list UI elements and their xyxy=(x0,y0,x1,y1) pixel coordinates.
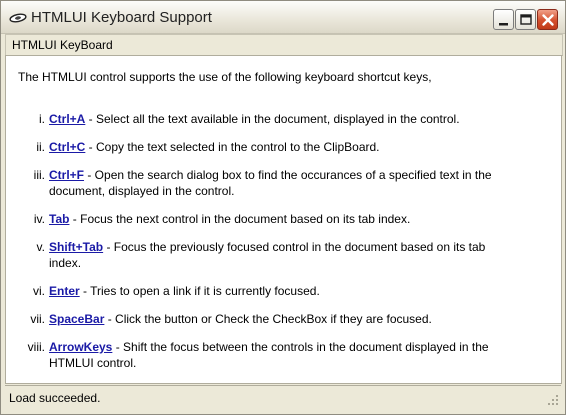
shortcut-link-enter[interactable]: Enter xyxy=(49,284,80,298)
item-number: i. xyxy=(39,112,45,126)
list-item: vi. Enter - Tries to open a link if it i… xyxy=(6,283,561,299)
close-icon xyxy=(542,14,554,26)
item-number: vii. xyxy=(30,312,45,326)
list-item: viii. ArrowKeys - Shift the focus betwee… xyxy=(6,339,561,371)
item-number: viii. xyxy=(27,340,45,354)
title-bar[interactable]: HTMLUI Keyboard Support xyxy=(1,1,565,34)
content-panel: The HTMLUI control supports the use of t… xyxy=(5,55,562,384)
maximize-button[interactable] xyxy=(515,9,536,30)
item-number: iii. xyxy=(33,168,45,182)
shortcut-list: i. Ctrl+A - Select all the text availabl… xyxy=(6,111,561,383)
shortcut-link-arrowkeys[interactable]: ArrowKeys xyxy=(49,340,112,354)
list-item: vii. SpaceBar - Click the button or Chec… xyxy=(6,311,561,327)
item-number: ii. xyxy=(36,140,45,154)
shortcut-link-ctrl-c[interactable]: Ctrl+C xyxy=(49,140,85,154)
list-item: ii. Ctrl+C - Copy the text selected in t… xyxy=(6,139,561,155)
item-description: - Focus the next control in the document… xyxy=(69,212,411,226)
resize-grip-icon[interactable] xyxy=(547,394,559,406)
shortcut-link-tab[interactable]: Tab xyxy=(49,212,69,226)
shortcut-link-spacebar[interactable]: SpaceBar xyxy=(49,312,104,326)
maximize-icon xyxy=(520,14,532,25)
list-item: iv. Tab - Focus the next control in the … xyxy=(6,211,561,227)
intro-text: The HTMLUI control supports the use of t… xyxy=(18,70,432,84)
item-description: - Click the button or Check the CheckBox… xyxy=(104,312,432,326)
list-item: v. Shift+Tab - Focus the previously focu… xyxy=(6,239,561,271)
tab-strip: HTMLUI KeyBoard xyxy=(5,34,563,56)
window-title: HTMLUI Keyboard Support xyxy=(31,9,212,26)
item-description: - Open the search dialog box to find the… xyxy=(49,168,492,198)
item-number: v. xyxy=(36,240,45,254)
item-number: iv. xyxy=(33,212,45,226)
shortcut-link-ctrl-f[interactable]: Ctrl+F xyxy=(49,168,84,182)
status-text: Load succeeded. xyxy=(9,391,101,405)
minimize-icon xyxy=(499,23,508,26)
close-button[interactable] xyxy=(537,9,558,30)
status-bar: Load succeeded. xyxy=(5,385,561,408)
item-description: - Select all the text available in the d… xyxy=(85,112,460,126)
item-description: - Tries to open a link if it is currentl… xyxy=(79,284,320,298)
shortcut-link-ctrl-a[interactable]: Ctrl+A xyxy=(49,112,85,126)
item-description: - Copy the text selected in the control … xyxy=(85,140,380,154)
list-item: iii. Ctrl+F - Open the search dialog box… xyxy=(6,167,561,199)
item-number: vi. xyxy=(33,284,45,298)
tab-htmlui-keyboard[interactable]: HTMLUI KeyBoard xyxy=(12,38,113,52)
item-description: - Shift the focus between the controls i… xyxy=(49,340,489,370)
shortcut-link-shift-tab[interactable]: Shift+Tab xyxy=(49,240,103,254)
main-window: HTMLUI Keyboard Support HTMLUI KeyBoard … xyxy=(0,0,566,415)
item-description: - Focus the previously focused control i… xyxy=(49,240,486,270)
app-icon xyxy=(9,11,27,23)
list-item: i. Ctrl+A - Select all the text availabl… xyxy=(6,111,561,127)
minimize-button[interactable] xyxy=(493,9,514,30)
